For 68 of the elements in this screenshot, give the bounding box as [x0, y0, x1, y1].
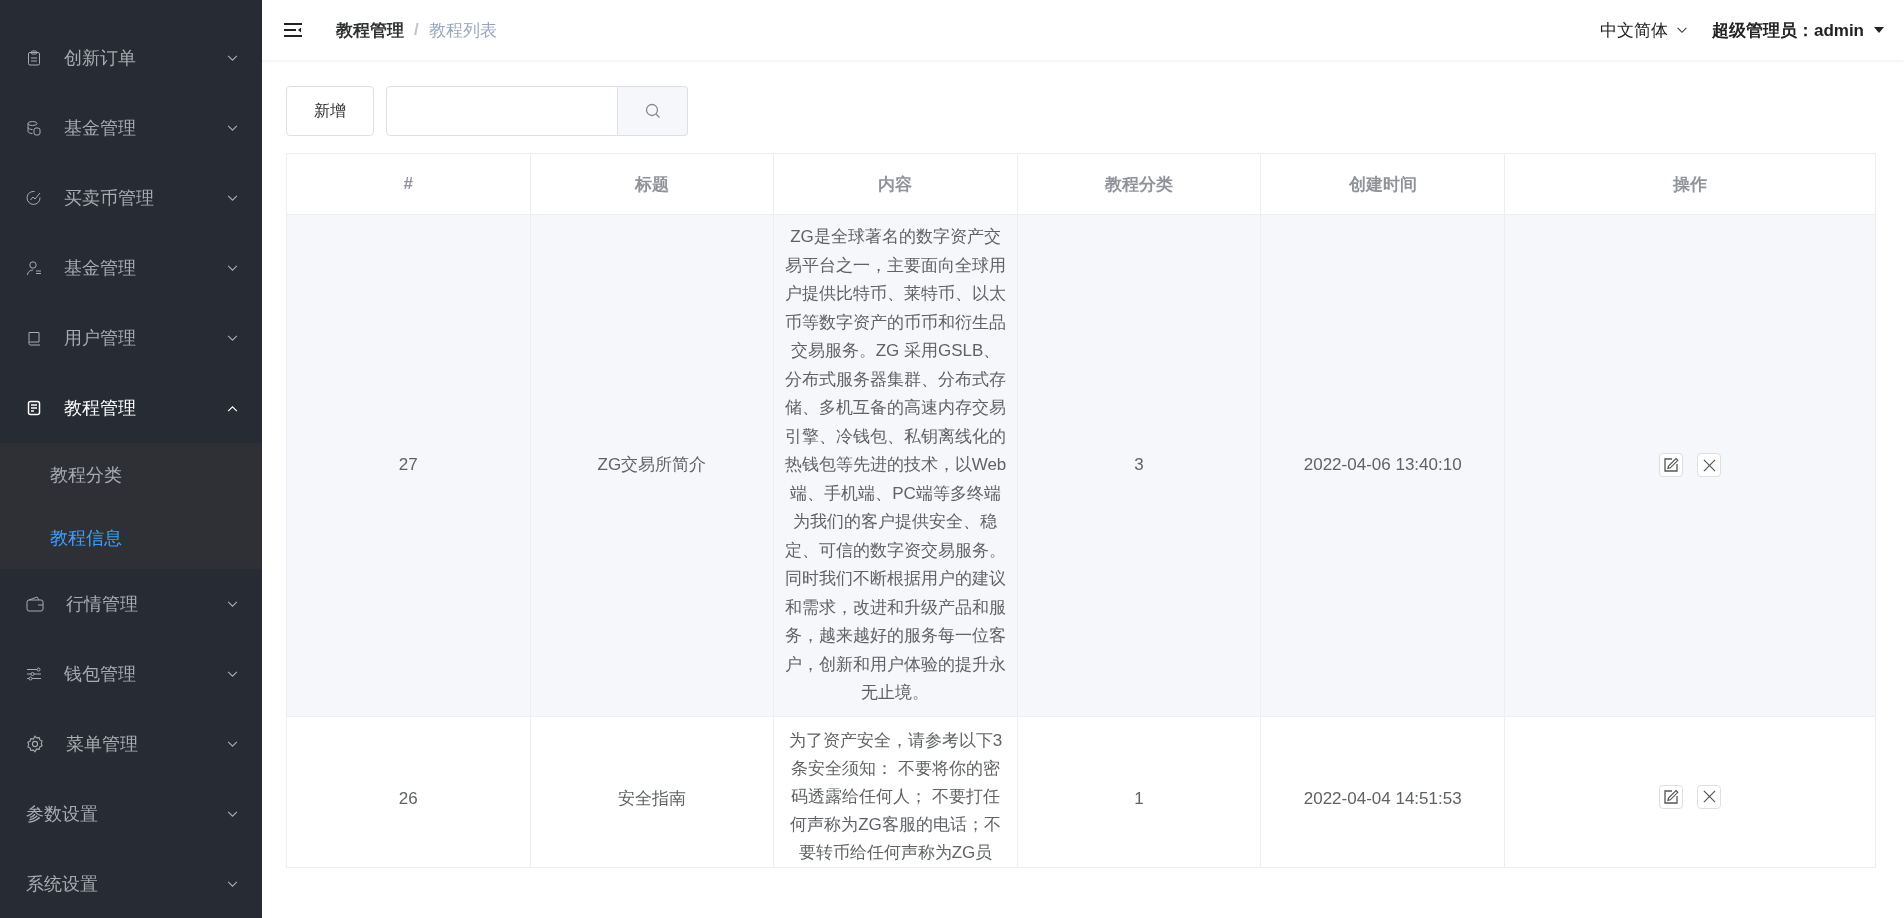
caret-icon	[1874, 27, 1884, 33]
column-header: #	[286, 153, 531, 215]
menu-collapse-icon[interactable]	[284, 23, 302, 37]
user-icon	[26, 260, 42, 276]
chart-circle-icon	[26, 190, 42, 206]
user-menu[interactable]: 超级管理员：admin	[1711, 18, 1864, 42]
chevron-icon	[227, 194, 238, 202]
sidebar-subitem[interactable]: 教程分类	[0, 443, 262, 506]
wallet-icon	[26, 596, 44, 612]
chevron-icon	[227, 880, 238, 888]
breadcrumb-item[interactable]: 教程管理	[336, 18, 404, 42]
sliders-icon	[26, 666, 42, 682]
chevron-icon	[227, 124, 238, 132]
chevron-icon	[227, 404, 238, 412]
table-cell: 2022-04-04 14:51:53	[1260, 716, 1505, 867]
chevron-icon	[227, 54, 238, 62]
delete-button[interactable]	[1697, 453, 1721, 478]
breadcrumb-separator: /	[414, 20, 419, 40]
table-cell: 1	[1017, 716, 1261, 867]
chevron-icon	[227, 740, 238, 748]
close-icon	[1702, 458, 1716, 472]
sidebar-item[interactable]: 基金管理	[0, 93, 262, 163]
table-cell: 27	[286, 214, 531, 716]
breadcrumb-item: 教程列表	[428, 19, 497, 42]
column-header: 标题	[530, 153, 774, 215]
table-cell: 3	[1017, 214, 1261, 716]
coins-icon	[26, 120, 42, 136]
sidebar-item[interactable]: 菜单管理	[0, 709, 262, 779]
edit-icon	[1663, 457, 1679, 474]
edit-icon	[1663, 788, 1679, 805]
sidebar-item[interactable]: 用户管理	[0, 303, 262, 373]
table-cell: 26	[286, 716, 531, 867]
close-icon	[1702, 790, 1716, 803]
sidebar-item[interactable]: 基金管理	[0, 233, 262, 303]
column-header: 操作	[1504, 153, 1876, 215]
language-selector[interactable]: 中文简体	[1599, 18, 1668, 42]
sidebar-subitem[interactable]: 教程信息	[0, 506, 262, 569]
table-cell: 为了资产安全，请参考以下3条安全须知： 不要将你的密码透露给任何人； 不要打任何声称为ZG客服的电话；不要转币给任何声称为ZG员	[773, 716, 1018, 867]
document-icon	[26, 400, 42, 416]
chevron-icon	[1675, 26, 1688, 34]
chevron-icon	[227, 810, 238, 818]
settings-icon	[26, 735, 44, 753]
sidebar-item[interactable]: 系统设置	[0, 849, 262, 918]
delete-button[interactable]	[1697, 784, 1721, 809]
column-header: 教程分类	[1017, 153, 1261, 215]
chevron-icon	[227, 334, 238, 342]
chevron-icon	[227, 670, 238, 678]
search-field[interactable]	[386, 86, 618, 136]
sidebar-item[interactable]: 教程管理	[0, 373, 262, 443]
column-header: 内容	[773, 153, 1018, 215]
sidebar-item[interactable]: 钱包管理	[0, 639, 262, 709]
edit-button[interactable]	[1659, 784, 1683, 809]
sidebar-item[interactable]: 行情管理	[0, 569, 262, 639]
table-cell: ZG是全球著名的数字资产交易平台之一，主要面向全球用户提供比特币、莱特币、以太币等数字资产的币币和衍生品交易服务。ZG 采用GSLB、分布式服务器集群、分布式存储、多机互备的高速内存交易引擎、冷钱包、私钥离线化的热钱包等先进的技术，以Web端、手机端、PC端等多终端为我们的客户提供安全、稳定、可信的数字资交易服务。同时我们不断根据用户的建议和需求，改进和升级产品和服务，越来越好的服务每一位客户，创新和用户体验的提升永无止境。	[773, 214, 1018, 716]
search-icon	[644, 103, 661, 119]
table-cell: 2022-04-06 13:40:10	[1260, 214, 1505, 716]
book-icon	[26, 330, 42, 346]
table-cell: ZG交易所简介	[530, 214, 774, 716]
chevron-icon	[227, 600, 238, 608]
column-header: 创建时间	[1260, 153, 1505, 215]
sidebar-item[interactable]: 创新订单	[0, 23, 262, 93]
add-button[interactable]: 新增	[286, 86, 374, 136]
edit-button[interactable]	[1659, 453, 1683, 478]
chevron-icon	[227, 264, 238, 272]
sidebar-item[interactable]: 买卖币管理	[0, 163, 262, 233]
clipboard-icon	[26, 50, 42, 66]
table-cell: 安全指南	[530, 716, 774, 867]
sidebar-item[interactable]: 参数设置	[0, 779, 262, 849]
